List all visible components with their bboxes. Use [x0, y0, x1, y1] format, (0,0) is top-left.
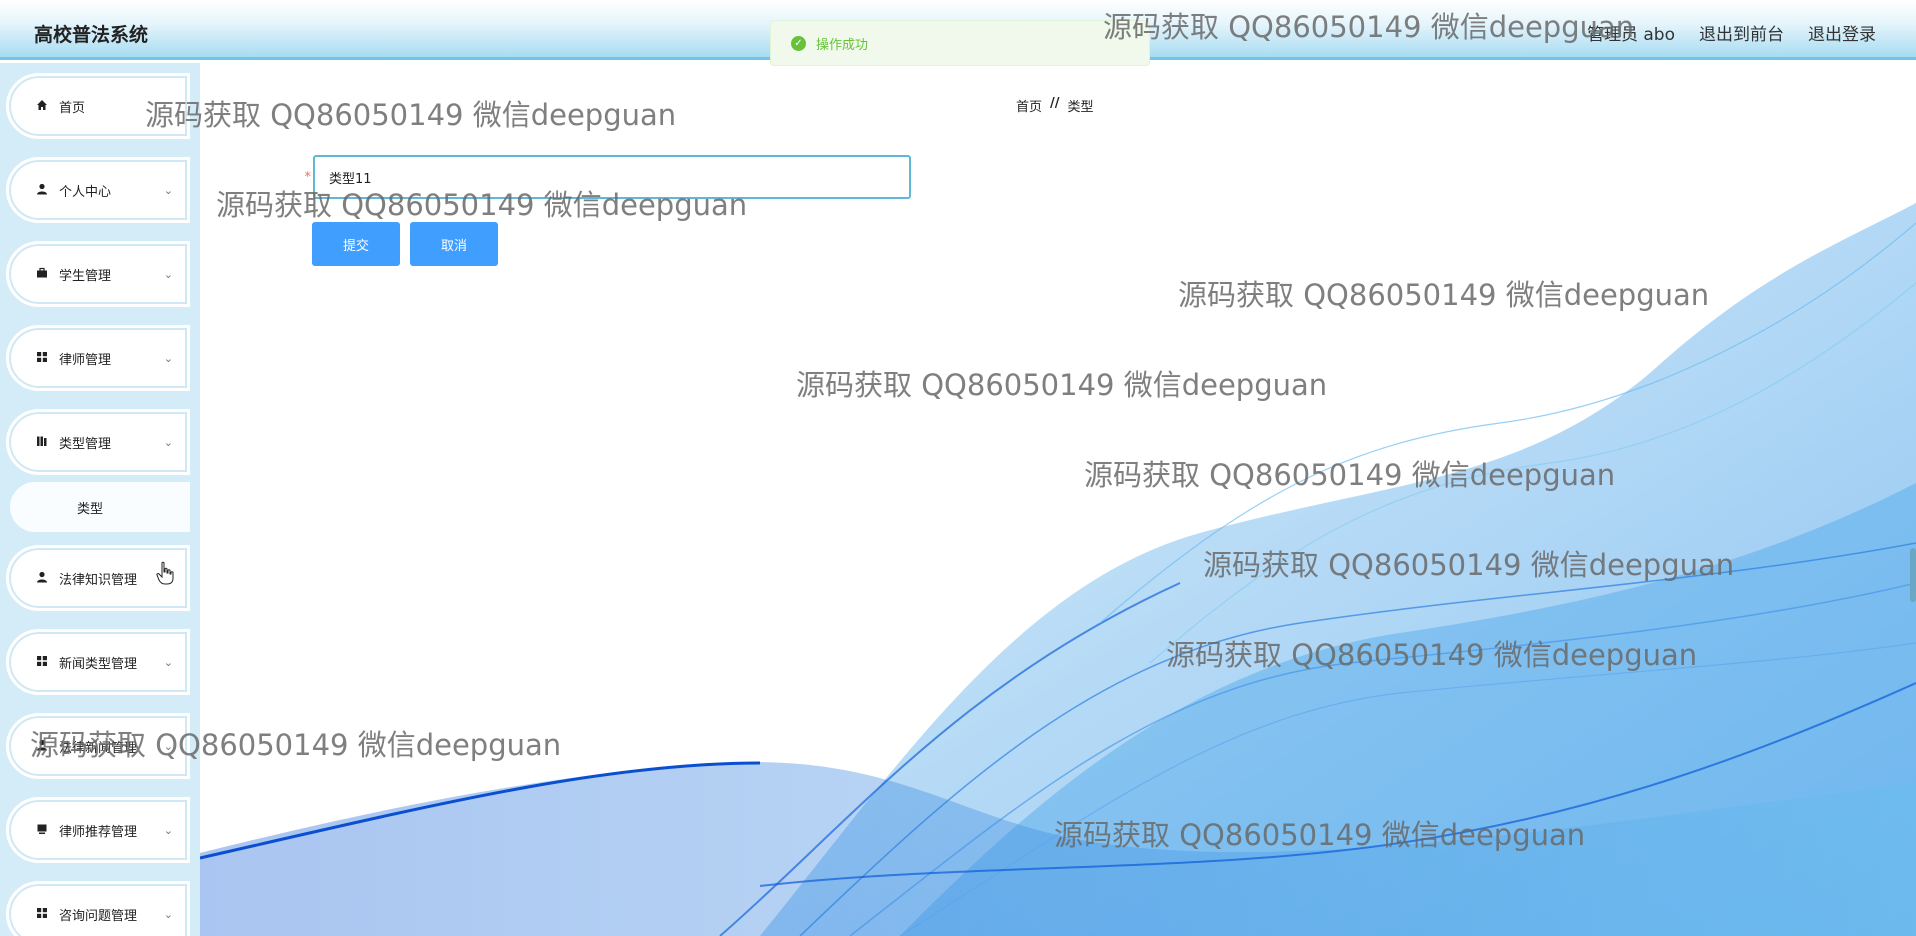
sidebar: 首页 个人中心 ⌄ 学生管理 ⌄ 律师管理 ⌄ 类型管理 ⌄ 类型 法律知识管理… — [0, 63, 200, 936]
sidebar-item-consultation-questions[interactable]: 咨询问题管理 ⌄ — [6, 881, 190, 936]
exit-to-frontend-link[interactable]: 退出到前台 — [1699, 20, 1784, 45]
sidebar-subitem-type[interactable]: 类型 — [10, 482, 190, 532]
chevron-down-icon: ⌄ — [163, 183, 173, 197]
sidebar-item-home[interactable]: 首页 — [6, 73, 190, 139]
type-input[interactable] — [313, 155, 911, 199]
sidebar-item-news-type[interactable]: 新闻类型管理 ⌄ — [6, 629, 190, 695]
breadcrumb: 首页 // 类型 — [1016, 96, 1094, 115]
monitor-icon — [35, 823, 49, 838]
breadcrumb-home[interactable]: 首页 — [1016, 96, 1042, 115]
book-icon — [35, 435, 49, 450]
sidebar-item-label: 咨询问题管理 — [59, 908, 138, 924]
sidebar-item-label: 法律新闻管理 — [59, 740, 138, 756]
user-icon — [35, 183, 49, 198]
user-icon — [35, 571, 49, 586]
breadcrumb-separator: // — [1050, 96, 1060, 111]
sidebar-item-personal-center[interactable]: 个人中心 ⌄ — [6, 157, 190, 223]
hand-pointer-icon — [156, 561, 174, 585]
current-user-label: 管理员 abo — [1586, 25, 1675, 45]
chevron-down-icon: ⌄ — [163, 655, 173, 669]
success-check-icon: ✓ — [791, 35, 806, 51]
main-content: 首页 // 类型 * 类型 提交 取消 — [200, 63, 1916, 936]
sidebar-item-label: 首页 — [59, 100, 86, 116]
user-icon — [35, 739, 49, 754]
success-toast: ✓ 操作成功 — [770, 20, 1150, 66]
chevron-down-icon: ⌄ — [163, 907, 173, 921]
briefcase-icon — [35, 267, 49, 282]
grid-icon — [35, 655, 49, 670]
sidebar-item-lawyer-management[interactable]: 律师管理 ⌄ — [6, 325, 190, 391]
required-mark: * — [304, 170, 311, 185]
header-links: 管理员 abo 退出到前台 退出登录 — [1587, 20, 1876, 45]
sidebar-item-label: 法律知识管理 — [59, 572, 138, 588]
sidebar-item-label: 学生管理 — [59, 268, 112, 284]
sidebar-item-label: 新闻类型管理 — [59, 656, 138, 672]
grid-icon — [35, 907, 49, 922]
breadcrumb-current: 类型 — [1067, 100, 1094, 115]
sidebar-item-label: 个人中心 — [59, 184, 112, 200]
home-icon — [35, 99, 49, 114]
submit-button[interactable]: 提交 — [312, 222, 400, 266]
chevron-down-icon: ⌄ — [163, 435, 173, 449]
sidebar-item-type-management[interactable]: 类型管理 ⌄ — [6, 409, 190, 475]
sidebar-item-lawyer-recommendation[interactable]: 律师推荐管理 ⌄ — [6, 797, 190, 863]
sidebar-subitem-label: 类型 — [76, 501, 103, 517]
sidebar-item-label: 类型管理 — [59, 436, 112, 452]
toast-message: 操作成功 — [816, 37, 869, 53]
chevron-down-icon: ⌄ — [163, 351, 173, 365]
chevron-down-icon: ⌄ — [163, 267, 173, 281]
grid-icon — [35, 351, 49, 366]
sidebar-item-label: 律师推荐管理 — [59, 824, 138, 840]
scrollbar-handle[interactable] — [1910, 548, 1916, 602]
chevron-down-icon: ⌄ — [163, 823, 173, 837]
cancel-button[interactable]: 取消 — [410, 222, 498, 266]
app-title: 高校普法系统 — [34, 24, 149, 46]
sidebar-item-label: 律师管理 — [59, 352, 112, 368]
sidebar-item-legal-news[interactable]: 法律新闻管理 ⌄ — [6, 713, 190, 779]
chevron-down-icon: ⌄ — [163, 739, 173, 753]
sidebar-item-student-management[interactable]: 学生管理 ⌄ — [6, 241, 190, 307]
logout-link[interactable]: 退出登录 — [1808, 20, 1876, 45]
